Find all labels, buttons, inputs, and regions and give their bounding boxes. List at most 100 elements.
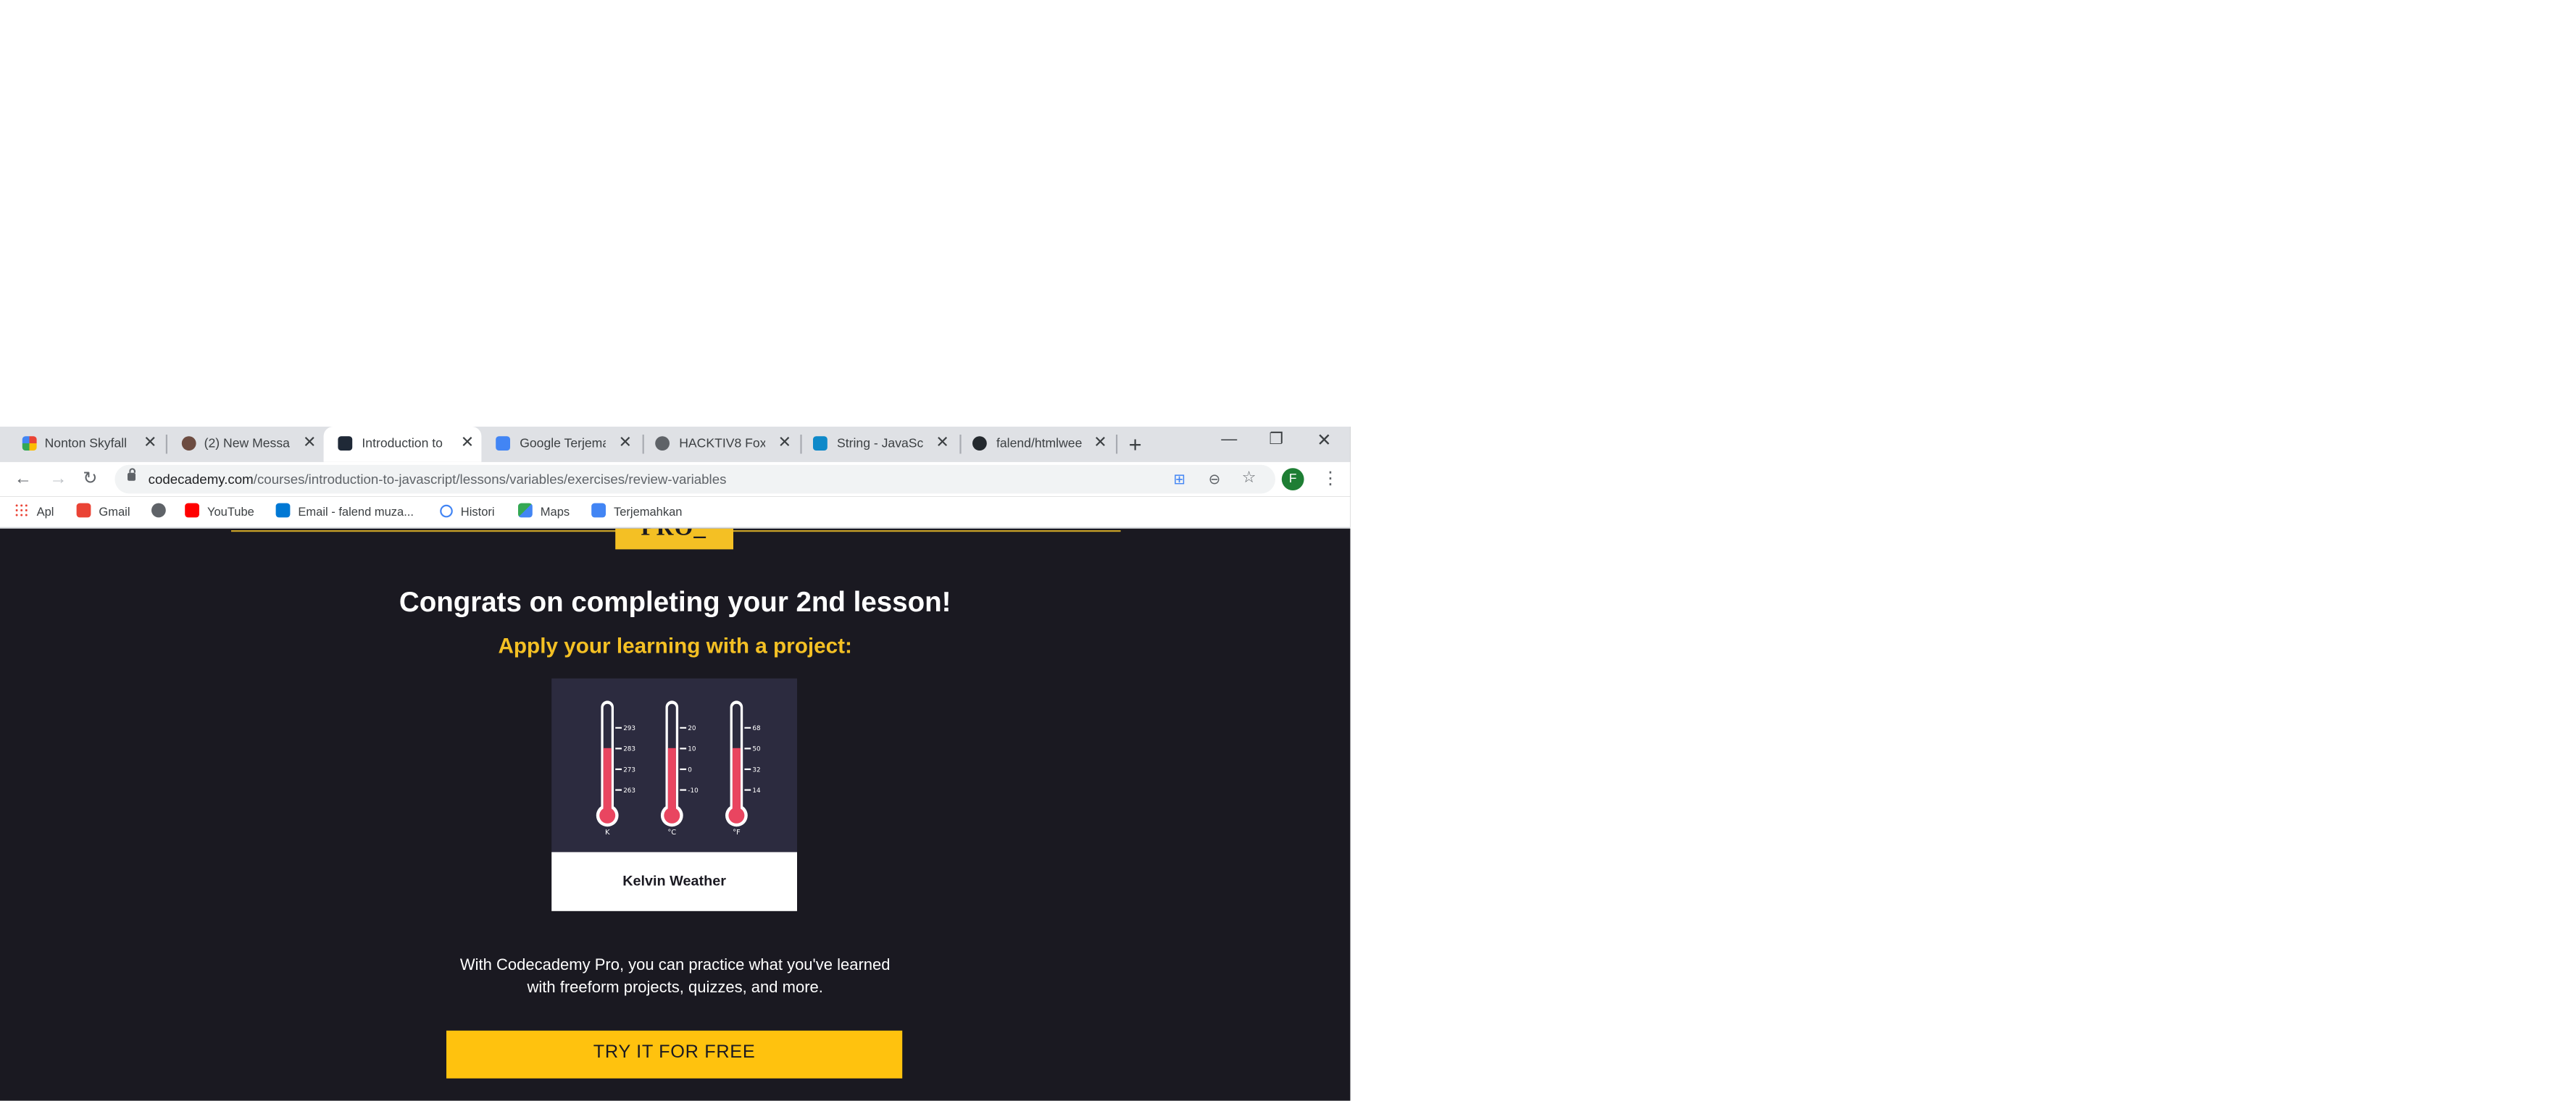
maps-icon <box>518 503 533 518</box>
tab-title: falend/htmlwee <box>996 436 1083 451</box>
thermometer-unit-label: K <box>605 829 610 837</box>
thermometer-tick-label: 32 <box>752 766 760 774</box>
tab-title: String - JavaScri <box>837 436 923 451</box>
github-icon <box>972 436 987 451</box>
close-tab-icon[interactable]: ✕ <box>778 427 791 461</box>
tab-github-falend[interactable]: falend/htmlwee ✕ <box>958 427 1116 461</box>
bookmark-terjemahkan[interactable]: Terjemahkan <box>591 497 682 527</box>
google-translate-icon <box>591 503 606 518</box>
tab-nonton-skyfall[interactable]: Nonton Skyfall ( ✕ <box>0 427 164 461</box>
thermometer-tick-label: 263 <box>623 787 635 795</box>
cta-label: TRY IT FOR FREE <box>593 1043 756 1063</box>
globe-icon <box>151 503 166 518</box>
bookmark-email[interactable]: Email - falend muza... <box>275 497 414 527</box>
tab-title: Google Terjemah <box>520 436 606 451</box>
thermometer-tick-label: 50 <box>752 746 761 753</box>
thermometer-tick-label: 10 <box>688 746 696 753</box>
thermometer-bulb <box>728 807 745 824</box>
try-it-free-button[interactable]: TRY IT FOR FREE <box>446 1030 903 1079</box>
google-translate-icon <box>496 436 510 451</box>
address-bar[interactable]: codecademy.com/courses/introduction-to-j… <box>114 464 1275 494</box>
close-tab-icon[interactable]: ✕ <box>461 427 474 461</box>
tab-title: HACKTIV8 FoxH <box>679 436 765 451</box>
close-tab-icon[interactable]: ✕ <box>935 427 949 461</box>
thermometer-tick-label: -10 <box>688 787 699 795</box>
bookmark-maps[interactable]: Maps <box>518 497 570 527</box>
close-tab-icon[interactable]: ✕ <box>143 427 157 461</box>
url-text[interactable]: codecademy.com/courses/introduction-to-j… <box>149 465 727 494</box>
thermometer-bulb <box>664 807 680 824</box>
bookmark-gmail[interactable]: Gmail <box>76 497 130 527</box>
close-window-icon[interactable]: ✕ <box>1317 427 1331 456</box>
close-tab-icon[interactable]: ✕ <box>303 427 316 461</box>
mdn-dino-icon <box>813 436 828 451</box>
url-host: codecademy.com <box>148 471 254 487</box>
browser-toolbar: ← → ↻ codecademy.com/courses/introductio… <box>0 461 1351 497</box>
tab-new-message[interactable]: (2) New Messag ✕ <box>159 427 324 461</box>
outlook-icon <box>275 503 291 518</box>
new-tab-button[interactable]: + <box>1129 427 1142 461</box>
page-content: PRO_ Congrats on completing your 2nd les… <box>0 528 1351 1101</box>
browser-window: Nonton Skyfall ( ✕ (2) New Messag ✕ Intr… <box>0 427 1351 1101</box>
tab-hacktiv8[interactable]: HACKTIV8 FoxH ✕ <box>641 427 799 461</box>
bookmark-globe[interactable] <box>151 497 174 527</box>
bookmark-label: Apl <box>36 504 54 519</box>
bookmark-label: Email - falend muza... <box>298 504 414 519</box>
close-tab-icon[interactable]: ✕ <box>1093 427 1106 461</box>
apps-grid-icon <box>14 503 29 518</box>
bookmark-label: YouTube <box>207 504 254 519</box>
thermometer-tick-label: 273 <box>623 766 635 774</box>
thermometer-unit-label: °C <box>667 829 676 837</box>
tab-title: Introduction to <box>362 436 443 451</box>
back-arrow-icon[interactable]: ← <box>14 461 32 496</box>
page-subtitle: Apply your learning with a project: <box>498 634 852 658</box>
tab-title: Nonton Skyfall ( <box>44 436 131 451</box>
thermometer-unit-label: °F <box>733 829 741 837</box>
translate-page-icon[interactable]: ⊞ <box>1173 465 1185 494</box>
tab-title: (2) New Messag <box>204 436 291 451</box>
pro-pitch-text: With Codecademy Pro, you can practice wh… <box>399 955 951 1000</box>
tab-separator <box>1116 435 1118 454</box>
bookmark-histori[interactable]: Histori <box>440 497 495 527</box>
thermometer-tick-label: 14 <box>752 787 761 795</box>
bookmark-youtube[interactable]: YouTube <box>185 497 254 527</box>
thermometer-tick-label: 68 <box>752 725 760 732</box>
thermometer-tick-label: 283 <box>623 746 635 753</box>
pitch-line: With Codecademy Pro, you can practice wh… <box>459 957 891 975</box>
tab-introduction[interactable]: Introduction to ✕ <box>323 427 482 462</box>
page-title: Congrats on completing your 2nd lesson! <box>399 586 951 618</box>
zoom-icon[interactable]: ⊖ <box>1209 465 1221 494</box>
more-menu-icon[interactable]: ⋮ <box>1322 461 1339 496</box>
pitch-line: with freeform projects, quizzes, and mor… <box>527 979 823 997</box>
globe-icon <box>655 436 670 451</box>
restore-icon[interactable]: ❐ <box>1269 427 1283 456</box>
pro-badge-text: PRO_ <box>641 528 706 542</box>
bookmark-apps[interactable]: Apl <box>14 497 54 527</box>
youtube-icon <box>185 503 199 518</box>
bookmark-label: Terjemahkan <box>614 504 683 519</box>
bookmark-star-icon[interactable]: ☆ <box>1242 465 1256 494</box>
bookmark-label: Gmail <box>99 504 130 519</box>
profile-avatar[interactable]: F <box>1281 468 1304 490</box>
thermometer-tick-label: 20 <box>688 725 696 732</box>
tab-string-javascript[interactable]: String - JavaScri ✕ <box>799 427 958 461</box>
tab-strip: Nonton Skyfall ( ✕ (2) New Messag ✕ Intr… <box>0 427 1351 462</box>
project-card[interactable]: 293 283 273 263 K 20 10 0 -10 °C 68 50 32 14 °F Kelvin… <box>551 678 797 911</box>
multicolor-pinwheel-icon <box>22 436 37 451</box>
tab-google-terjemahan[interactable]: Google Terjemah ✕ <box>481 427 641 461</box>
project-title: Kelvin Weather <box>622 873 726 889</box>
project-thumbnail: 293 283 273 263 K 20 10 0 -10 °C 68 50 32 14 °F <box>551 678 797 853</box>
forward-arrow-icon[interactable]: → <box>49 461 67 496</box>
thermometer-bulb <box>599 807 616 824</box>
codecademy-icon <box>338 436 353 451</box>
reload-icon[interactable]: ↻ <box>83 461 97 496</box>
lock-icon <box>128 468 136 481</box>
close-tab-icon[interactable]: ✕ <box>619 427 632 461</box>
thermometers-illustration: 293 283 273 263 K 20 10 0 -10 °C 68 50 32 14 °F <box>596 700 761 837</box>
minimize-icon[interactable]: — <box>1221 427 1237 456</box>
bookmarks-bar: Apl Gmail YouTube Email - falend muza...… <box>0 496 1351 529</box>
thermometer-tick-label: 293 <box>623 725 635 732</box>
bookmark-label: Maps <box>540 504 570 519</box>
gmail-icon <box>76 503 91 518</box>
thermometer-tick-label: 0 <box>688 766 692 774</box>
